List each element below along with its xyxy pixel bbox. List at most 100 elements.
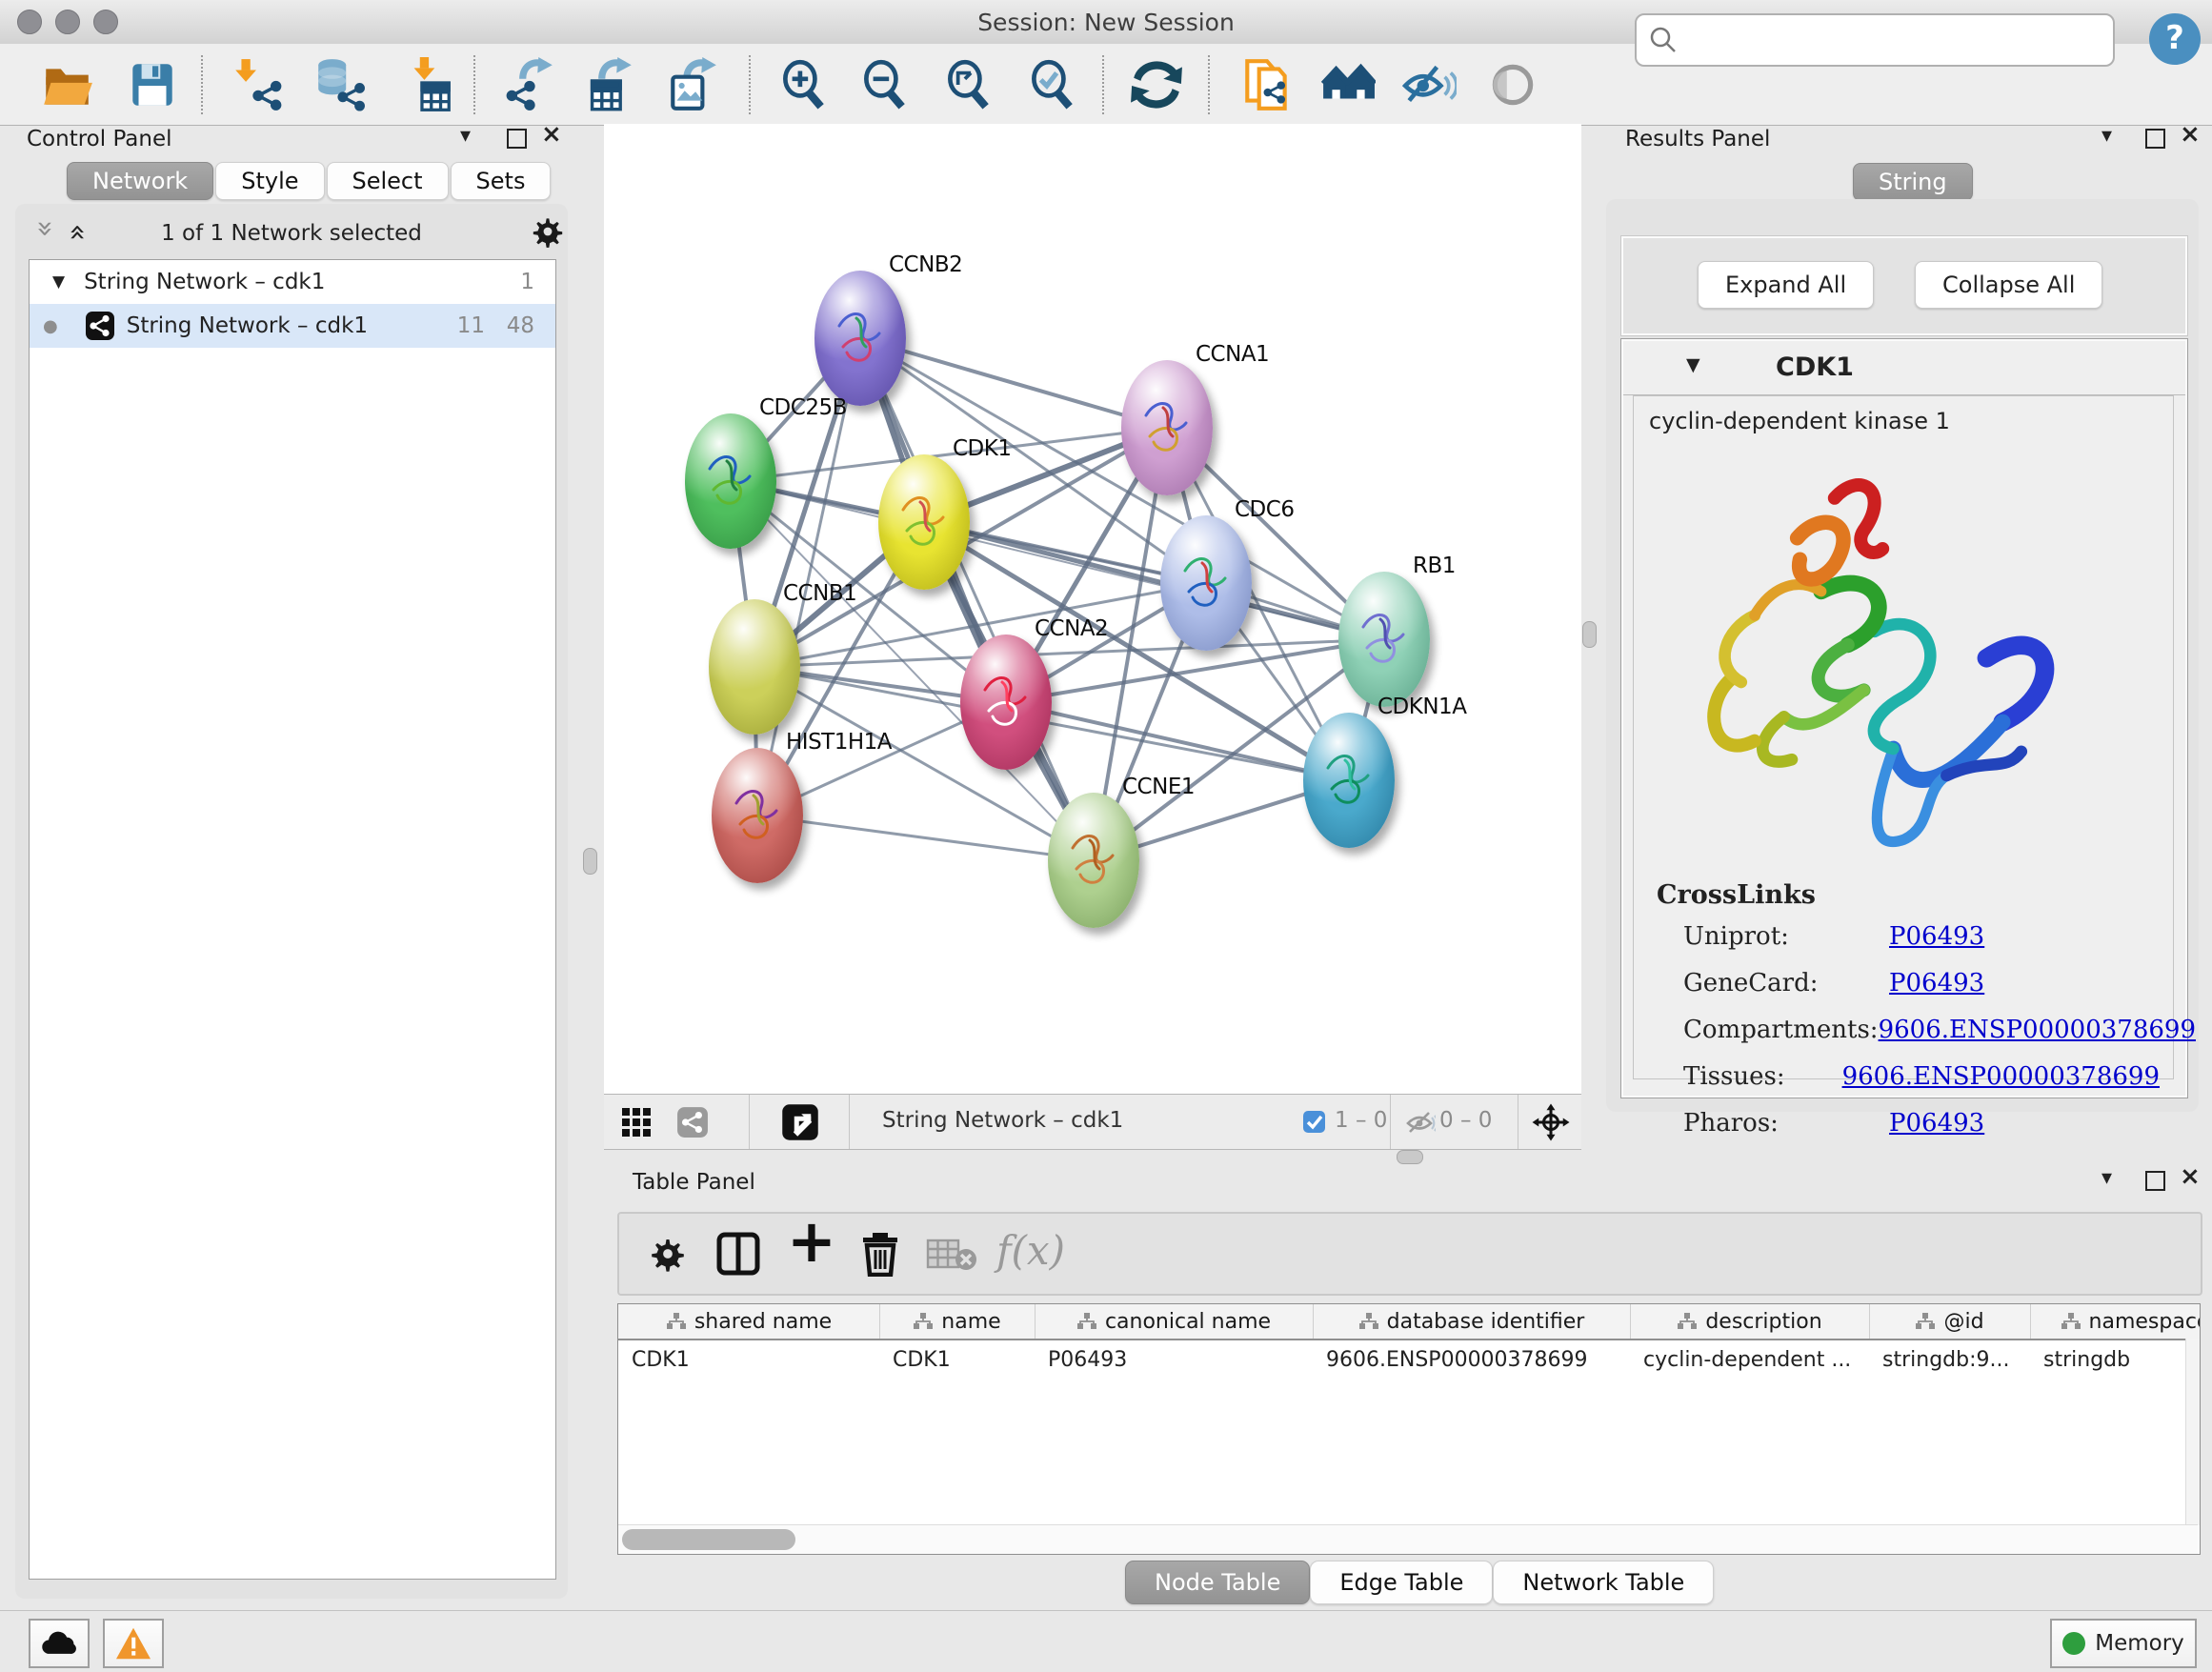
column-header-namespace[interactable]: namespace	[2030, 1304, 2201, 1339]
refresh-icon[interactable]	[1129, 57, 1184, 112]
node-CDC25B[interactable]	[685, 413, 776, 549]
crosslink-link[interactable]: P06493	[1889, 1109, 1984, 1138]
memory-button[interactable]: Memory	[2050, 1619, 2197, 1668]
gene-collapse-icon[interactable]: ▼	[1686, 354, 1700, 375]
column-header--id[interactable]: @id	[1869, 1304, 2031, 1339]
bottom-splitter-grip[interactable]	[1397, 1150, 1423, 1164]
crosslink-link[interactable]: 9606.ENSP00000378699	[1879, 1016, 2196, 1044]
fit-selected-crosshair-icon[interactable]	[1531, 1102, 1571, 1142]
delete-table-icon[interactable]	[926, 1239, 977, 1271]
node-CDK1[interactable]	[878, 454, 970, 590]
collection-expand-icon[interactable]: ▼	[52, 272, 65, 292]
table-vertical-scrollbar[interactable]	[2185, 1339, 2200, 1525]
gene-header-row[interactable]: ▼ CDK1	[1623, 341, 2185, 395]
table-cell[interactable]: 9606.ENSP00000378699	[1313, 1342, 1630, 1377]
table-panel-maximize-icon[interactable]	[2145, 1171, 2165, 1191]
node-HIST1H1A[interactable]	[712, 748, 803, 883]
table-cell[interactable]: stringdb	[2030, 1342, 2201, 1377]
control-panel-maximize-icon[interactable]	[507, 129, 527, 149]
node-table[interactable]: shared namenamecanonical namedatabase id…	[617, 1303, 2201, 1555]
warnings-button[interactable]	[103, 1619, 164, 1668]
import-table-icon[interactable]	[398, 57, 453, 112]
node-CDKN1A[interactable]	[1303, 713, 1395, 848]
tab-sets[interactable]: Sets	[451, 162, 552, 200]
network-view-toolbar: String Network – cdk1 1 – 0 0 – 0	[604, 1094, 1581, 1150]
network-row[interactable]: ● String Network – cdk1 11 48	[30, 304, 555, 348]
expand-all-button[interactable]: Expand All	[1698, 261, 1874, 309]
grid-view-icon[interactable]	[621, 1107, 652, 1138]
node-CCNB1[interactable]	[709, 599, 800, 735]
crosslink-link[interactable]: P06493	[1889, 922, 1984, 951]
table-panel-close-icon[interactable]: ×	[2180, 1162, 2201, 1191]
node-CCNA1[interactable]	[1121, 360, 1213, 495]
node-CDC6[interactable]	[1160, 515, 1252, 651]
crosslink-link[interactable]: P06493	[1889, 969, 1984, 997]
zoom-in-icon[interactable]	[775, 57, 831, 112]
zoom-out-icon[interactable]	[856, 57, 912, 112]
table-settings-gear-icon[interactable]	[648, 1234, 688, 1274]
table-horizontal-scrollbar[interactable]	[618, 1524, 2198, 1554]
tab-node-table[interactable]: Node Table	[1125, 1561, 1310, 1604]
memory-label: Memory	[2095, 1631, 2184, 1656]
results-panel-float-icon[interactable]: ▾	[2101, 124, 2112, 148]
import-network-icon[interactable]	[230, 57, 285, 112]
show-columns-icon[interactable]	[716, 1232, 760, 1276]
tab-style[interactable]: Style	[215, 162, 324, 200]
network-options-gear-icon[interactable]	[530, 213, 566, 250]
export-image-icon[interactable]	[665, 57, 720, 112]
node-CCNE1[interactable]	[1048, 793, 1139, 928]
column-header-description[interactable]: description	[1630, 1304, 1870, 1339]
scrollbar-thumb[interactable]	[622, 1529, 795, 1550]
export-network-icon[interactable]	[503, 57, 558, 112]
add-column-icon[interactable]: +	[787, 1206, 836, 1276]
control-panel-float-icon[interactable]: ▾	[460, 124, 471, 148]
function-builder-icon[interactable]: f(x)	[996, 1227, 1065, 1274]
hide-selected-icon[interactable]	[1401, 57, 1457, 112]
birds-eye-view-icon[interactable]	[781, 1103, 819, 1141]
network-collection-row[interactable]: ▼ String Network – cdk1 1	[30, 260, 555, 304]
crosslink-link[interactable]: 9606.ENSP00000378699	[1842, 1062, 2160, 1091]
control-panel-close-icon[interactable]: ×	[541, 120, 562, 149]
results-panel-close-icon[interactable]: ×	[2180, 120, 2201, 149]
table-cell[interactable]: stringdb:9...	[1869, 1342, 2030, 1377]
left-splitter-grip[interactable]	[583, 848, 597, 875]
tab-network[interactable]: Network	[67, 162, 213, 200]
results-panel-maximize-icon[interactable]	[2145, 129, 2165, 149]
right-splitter-grip[interactable]	[1582, 621, 1597, 648]
delete-column-trash-icon[interactable]	[859, 1231, 901, 1277]
column-header-canonical-name[interactable]: canonical name	[1035, 1304, 1314, 1339]
table-cell[interactable]: CDK1	[879, 1342, 1035, 1377]
export-table-icon[interactable]	[582, 57, 637, 112]
node-RB1[interactable]	[1338, 572, 1430, 707]
node-CCNA2[interactable]	[960, 635, 1052, 770]
save-session-icon[interactable]	[125, 57, 180, 112]
tab-edge-table[interactable]: Edge Table	[1310, 1561, 1493, 1604]
zoom-selected-icon[interactable]	[1024, 57, 1079, 112]
column-header-shared-name[interactable]: shared name	[618, 1304, 880, 1339]
search-input[interactable]	[1635, 13, 2115, 67]
import-network-database-icon[interactable]	[312, 57, 368, 112]
zoom-fit-icon[interactable]	[940, 57, 995, 112]
column-header-name[interactable]: name	[879, 1304, 1036, 1339]
cloud-status-button[interactable]	[29, 1619, 90, 1668]
table-cell[interactable]: cyclin-dependent ...	[1630, 1342, 1869, 1377]
table-cell[interactable]: CDK1	[618, 1342, 879, 1377]
tab-select[interactable]: Select	[327, 162, 449, 200]
network-canvas[interactable]: CCNB2 CCNA1 CDC25B CDK1 CDC6	[604, 124, 1581, 1094]
table-panel-float-icon[interactable]: ▾	[2101, 1166, 2112, 1190]
tab-network-table[interactable]: Network Table	[1493, 1561, 1714, 1604]
column-label: description	[1705, 1310, 1821, 1334]
tab-string[interactable]: String	[1853, 163, 1973, 201]
node-label-CCNB1: CCNB1	[783, 581, 856, 606]
node-CCNB2[interactable]	[814, 271, 906, 406]
first-neighbors-icon[interactable]	[1320, 57, 1376, 112]
open-session-icon[interactable]	[39, 57, 94, 112]
show-all-icon[interactable]	[1485, 57, 1540, 112]
collapse-all-button[interactable]: Collapse All	[1915, 261, 2102, 309]
table-cell[interactable]: P06493	[1035, 1342, 1313, 1377]
column-header-database-identifier[interactable]: database identifier	[1313, 1304, 1631, 1339]
help-button[interactable]: ?	[2149, 13, 2201, 65]
duplicate-network-icon[interactable]	[1239, 57, 1295, 112]
network-view-mode-icon[interactable]	[676, 1106, 709, 1138]
selected-checkbox-icon[interactable]	[1302, 1110, 1326, 1134]
